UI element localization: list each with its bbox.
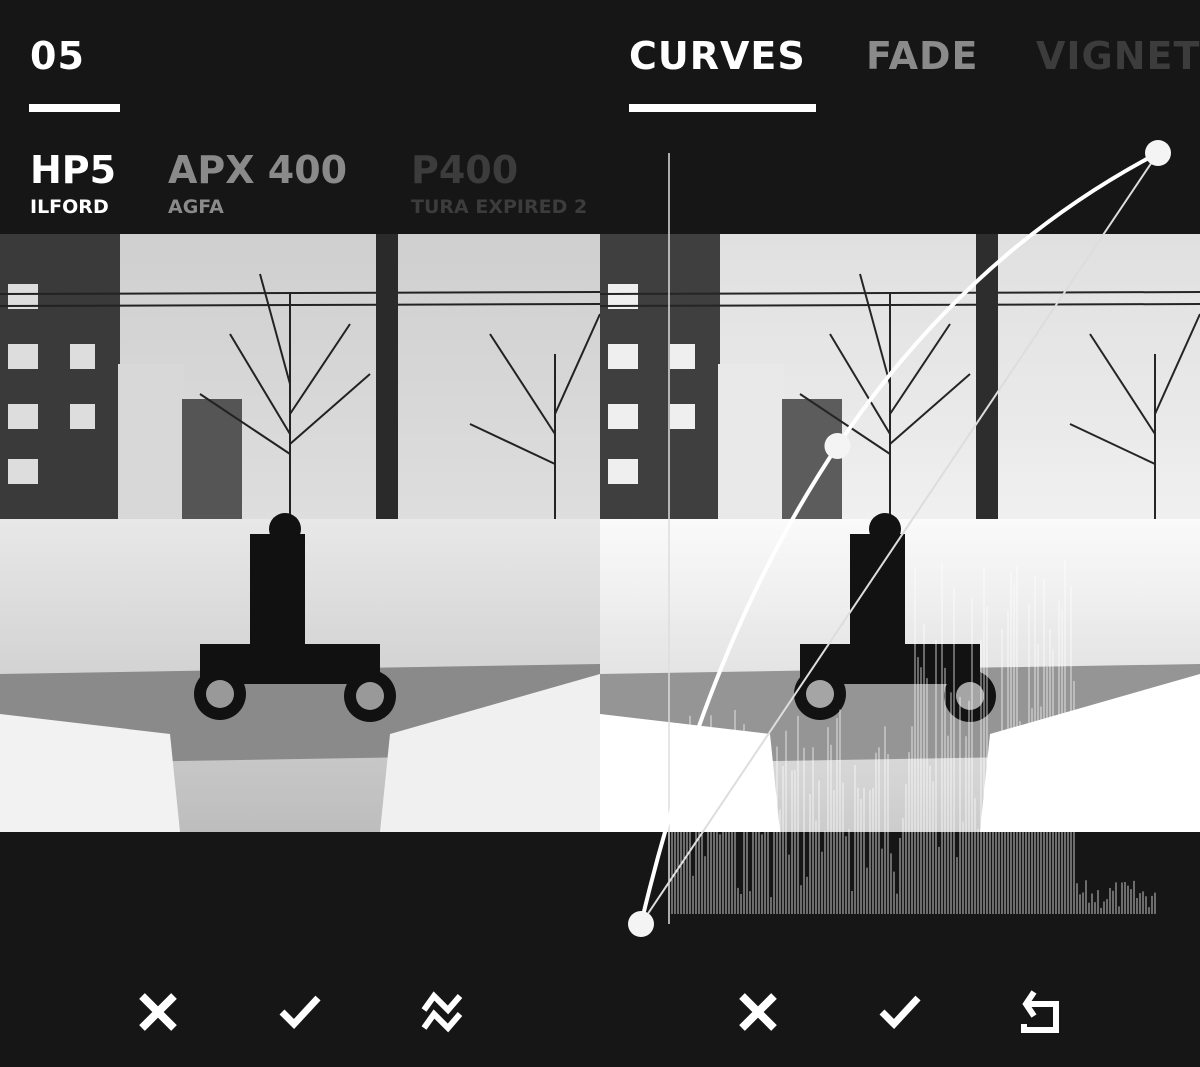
- active-tab-underline: [629, 104, 816, 112]
- film-apx-400[interactable]: APX 400 AGFA: [168, 148, 347, 218]
- photo-preview: [600, 234, 1200, 832]
- tab-fade[interactable]: FADE: [866, 34, 979, 78]
- film-p400[interactable]: P400 TURA EXPIRED 2: [411, 148, 587, 218]
- close-icon[interactable]: [136, 990, 180, 1034]
- film-picker-screen: 05 HP5 ILFORD APX 400 AGFA P400 TURA EXP…: [0, 0, 600, 1067]
- curve-point-handle[interactable]: [1145, 140, 1171, 166]
- step-number: 05: [30, 34, 85, 78]
- film-name: P400: [411, 148, 519, 192]
- curves-screen: CURVES FADE VIGNETTE: [600, 0, 1200, 1067]
- photo-preview: [0, 234, 600, 832]
- tab-vignette[interactable]: VIGNETTE: [1036, 34, 1200, 78]
- film-name: APX 400: [168, 148, 348, 192]
- tab-curves[interactable]: CURVES: [629, 34, 806, 78]
- close-icon[interactable]: [736, 990, 780, 1034]
- shuffle-zigzag-icon[interactable]: [420, 990, 464, 1034]
- curve-point-handle[interactable]: [628, 911, 654, 937]
- active-tab-underline: [29, 104, 120, 112]
- film-name: HP5: [30, 148, 117, 192]
- check-icon[interactable]: [278, 990, 322, 1034]
- film-brand: AGFA: [168, 196, 224, 218]
- film-hp5[interactable]: HP5 ILFORD: [30, 148, 116, 218]
- curve-point-handle[interactable]: [824, 432, 851, 459]
- reset-icon[interactable]: [1020, 990, 1064, 1034]
- check-icon[interactable]: [878, 990, 922, 1034]
- film-brand: ILFORD: [30, 196, 109, 218]
- film-brand: TURA EXPIRED 2: [411, 196, 588, 218]
